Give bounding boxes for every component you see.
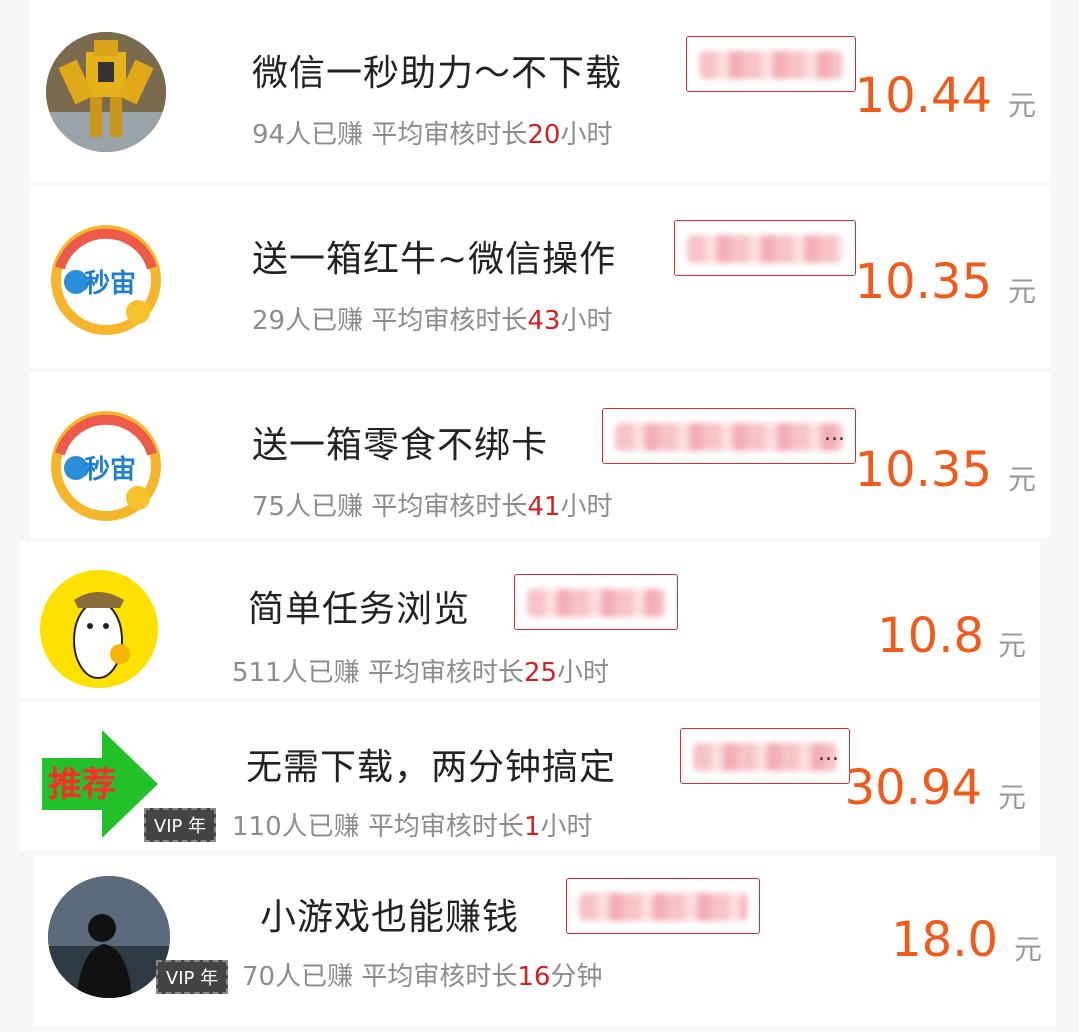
svg-text:秒宙: 秒宙 — [84, 268, 136, 299]
svg-text:推荐: 推荐 — [48, 765, 116, 805]
task-stats: 75人已赚 平均审核时长41小时 — [252, 492, 613, 522]
task-title: 简单任务浏览 — [248, 589, 471, 630]
task-title: 送一箱零食不绑卡 — [252, 425, 549, 466]
task-price: 30.94 — [844, 760, 982, 816]
task-stats: 94人已赚 平均审核时长20小时 — [252, 120, 613, 150]
task-list: 微信一秒助力～不下载 94人已赚 平均审核时长20小时 10.44 元 秒宙 送… — [0, 0, 1079, 1032]
task-title: 送一箱红牛~微信操作 — [252, 239, 617, 280]
task-row[interactable]: 秒宙 送一箱红牛~微信操作 29人已赚 平均审核时长43小时 10.35 元 — [30, 186, 1050, 368]
task-tag-redacted — [674, 220, 856, 276]
task-row[interactable]: 秒宙 送一箱零食不绑卡 ... 75人已赚 平均审核时长41小时 10.35 元 — [30, 372, 1050, 538]
task-price: 10.44 — [854, 68, 992, 124]
svg-text:秒宙: 秒宙 — [84, 454, 136, 485]
task-row[interactable]: 微信一秒助力～不下载 94人已赚 平均审核时长20小时 10.44 元 — [30, 0, 1050, 182]
price-unit: 元 — [1013, 933, 1042, 966]
miaozhou-logo-icon: 秒宙 — [46, 218, 166, 338]
task-price: 10.35 — [854, 254, 992, 310]
price-unit: 元 — [1007, 89, 1036, 122]
task-row[interactable]: VIP 年 小游戏也能赚钱 70人已赚 平均审核时长16分钟 18.0 元 — [34, 856, 1056, 1026]
person-silhouette-avatar — [48, 876, 170, 998]
task-title: 小游戏也能赚钱 — [260, 897, 520, 938]
task-tag-redacted: ... — [602, 408, 856, 464]
price-unit: 元 — [997, 629, 1026, 662]
task-tag-redacted — [514, 574, 678, 630]
price-unit: 元 — [997, 781, 1026, 814]
task-title: 无需下载，两分钟搞定 — [246, 747, 617, 788]
miaozhou-logo-icon: 秒宙 — [46, 404, 166, 524]
task-row[interactable]: 推荐 VIP 年 无需下载，两分钟搞定 ... 110人已赚 平均审核时长1小时… — [20, 702, 1040, 850]
recommend-arrow-icon: 推荐 — [40, 726, 160, 842]
task-price: 10.8 — [877, 608, 984, 664]
task-tag-redacted — [566, 878, 760, 934]
task-price: 18.0 — [891, 912, 998, 968]
task-tag-redacted: ... — [680, 728, 850, 784]
price-unit: 元 — [1007, 275, 1036, 308]
task-stats: 29人已赚 平均审核时长43小时 — [252, 306, 613, 336]
vip-year-badge: VIP 年 — [144, 808, 216, 842]
task-stats: 110人已赚 平均审核时长1小时 — [232, 812, 593, 842]
cartoon-character-icon — [40, 570, 158, 688]
task-row[interactable]: 简单任务浏览 511人已赚 平均审核时长25小时 10.8 元 — [20, 542, 1040, 698]
task-stats: 70人已赚 平均审核时长16分钟 — [242, 962, 603, 992]
price-unit: 元 — [1007, 463, 1036, 496]
task-price: 10.35 — [854, 442, 992, 498]
task-stats: 511人已赚 平均审核时长25小时 — [232, 658, 610, 688]
vip-year-badge: VIP 年 — [156, 960, 228, 994]
task-tag-redacted — [686, 36, 856, 92]
task-avatar-robot — [46, 32, 166, 152]
task-title: 微信一秒助力～不下载 — [252, 53, 623, 94]
